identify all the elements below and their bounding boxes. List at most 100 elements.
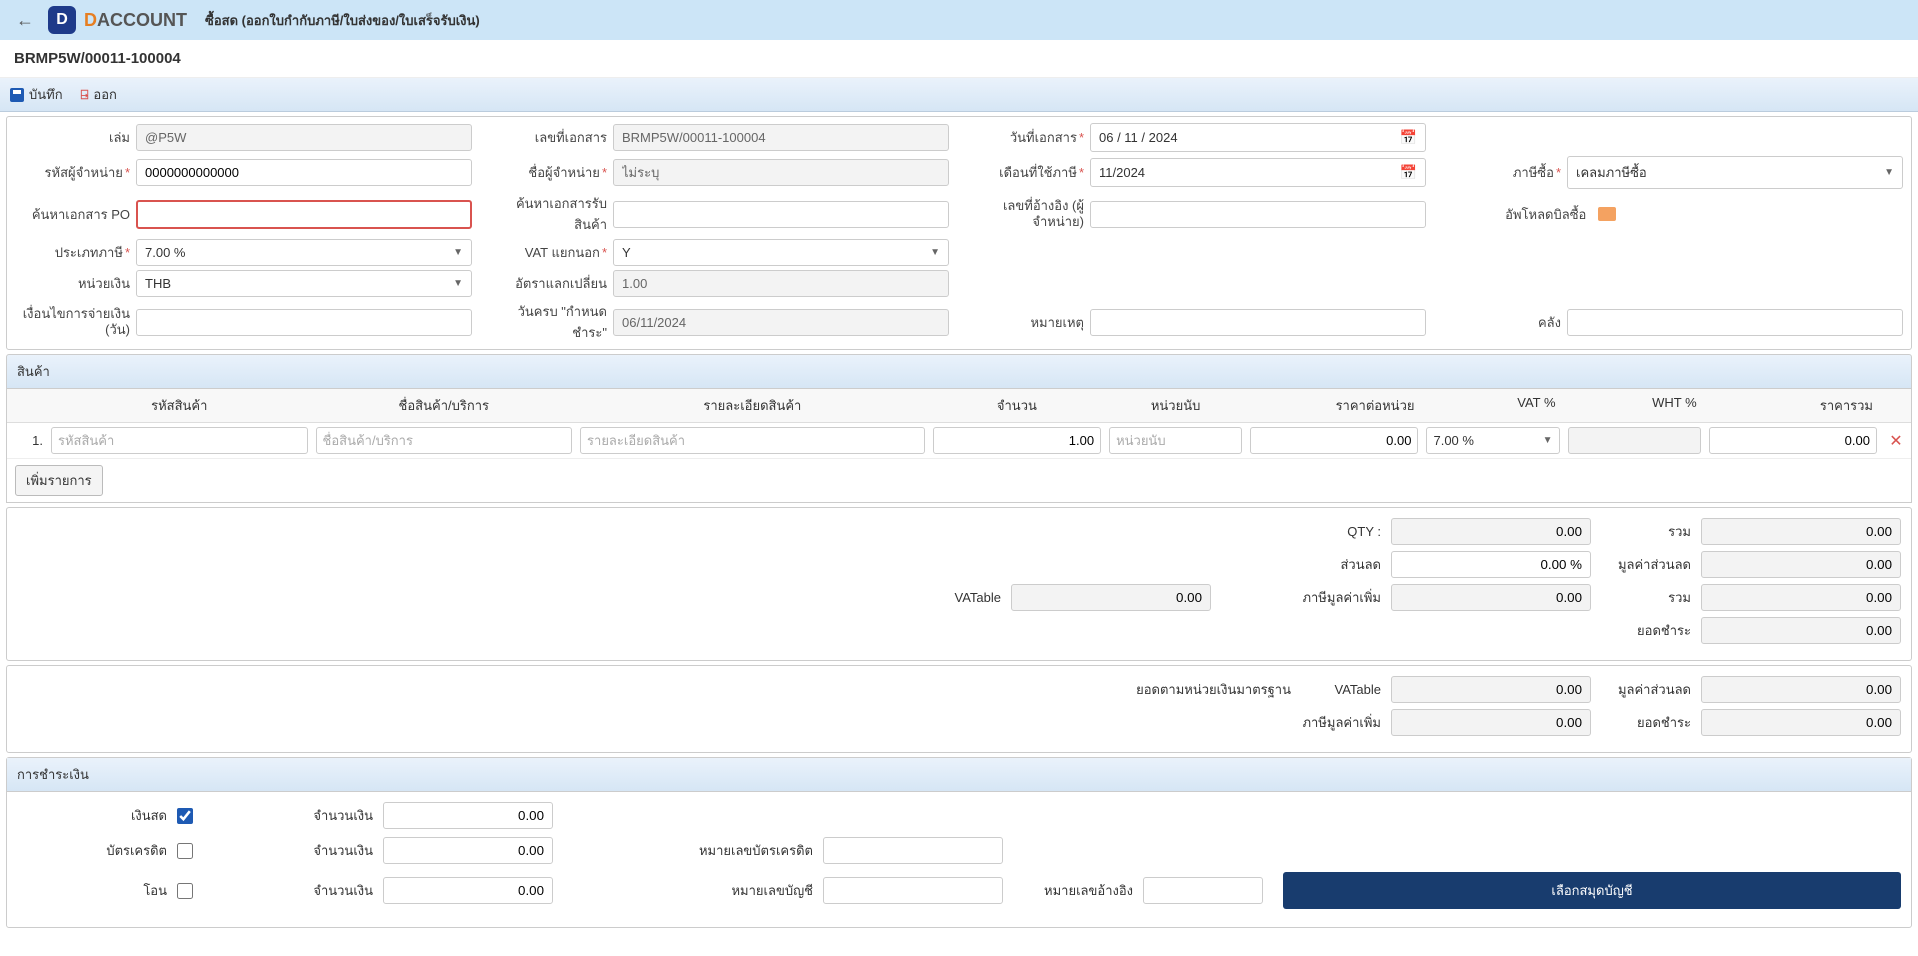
ref-no-input[interactable] xyxy=(1090,201,1426,228)
due-label: วันครบ "กำหนดชำระ" xyxy=(492,301,607,343)
qty-value xyxy=(1391,518,1591,545)
totals-panel-2: ยอดตามหน่วยเงินมาตรฐาน VATable มูลค่าส่ว… xyxy=(6,665,1912,753)
chevron-down-icon: ▼ xyxy=(930,247,940,258)
tax-month-input[interactable]: 11/2024 📅 xyxy=(1090,158,1426,187)
net-label: ยอดชำระ xyxy=(1601,620,1691,641)
remark-input[interactable] xyxy=(1090,309,1426,336)
back-button[interactable]: ← xyxy=(10,10,40,31)
transfer-amount-label: จำนวนเงิน xyxy=(223,880,373,901)
col-vat: VAT % xyxy=(1422,389,1563,422)
vendor-name-input xyxy=(613,159,949,186)
warehouse-input[interactable] xyxy=(1567,309,1903,336)
terms-input[interactable] xyxy=(136,309,472,336)
qty-label: QTY : xyxy=(1221,524,1381,539)
currency-select[interactable]: THB ▼ xyxy=(136,270,472,297)
vat-sep-select[interactable]: Y ▼ xyxy=(613,239,949,266)
col-name: ชื่อสินค้า/บริการ xyxy=(312,389,577,422)
purchase-tax-select[interactable]: เคลมภาษีซื้อ ▼ xyxy=(1567,156,1903,189)
doc-number-header: BRMP5W/00011-100004 xyxy=(0,40,1918,78)
search-gr-label: ค้นหาเอกสารรับสินค้า xyxy=(492,193,607,235)
search-po-input[interactable] xyxy=(136,200,472,229)
chevron-down-icon: ▼ xyxy=(1884,167,1894,178)
vendor-name-label: ชื่อผู้จำหน่าย xyxy=(492,162,607,183)
save-label: บันทึก xyxy=(29,84,63,105)
item-name-input[interactable] xyxy=(316,427,573,454)
rate-input xyxy=(613,270,949,297)
net-value xyxy=(1701,617,1901,644)
docdate-input[interactable]: 06 / 11 / 2024 📅 xyxy=(1090,123,1426,152)
sum-value xyxy=(1701,518,1901,545)
acct-ref-label: หมายเลขบัญชี xyxy=(643,880,813,901)
sum-label: รวม xyxy=(1601,521,1691,542)
col-total: ราคารวม xyxy=(1705,389,1881,422)
currency-label: หน่วยเงิน xyxy=(15,273,130,294)
terms-label: เงื่อนไขการจ่ายเงิน (วัน) xyxy=(15,306,130,337)
col-detail: รายละเอียดสินค้า xyxy=(576,389,929,422)
transfer-amount-input[interactable] xyxy=(383,877,553,904)
cash-amount-label: จำนวนเงิน xyxy=(223,805,373,826)
item-price-input[interactable] xyxy=(1250,427,1418,454)
vat-type-select[interactable]: 7.00 % ▼ xyxy=(136,239,472,266)
card-ref-input[interactable] xyxy=(823,837,1003,864)
exit-button[interactable]: ⍈ ออก xyxy=(81,84,117,105)
vat2-label: ภาษีมูลค่าเพิ่ม xyxy=(1221,712,1381,733)
ref-label: หมายเลขอ้างอิง xyxy=(1023,880,1133,901)
vendor-code-input[interactable] xyxy=(136,159,472,186)
discount-amt2-value xyxy=(1701,676,1901,703)
row-no: 1. xyxy=(7,429,47,452)
transfer-checkbox[interactable] xyxy=(177,883,193,899)
folder-icon[interactable] xyxy=(1598,207,1616,221)
credit-checkbox[interactable] xyxy=(177,843,193,859)
vatable2-label: VATable xyxy=(1301,682,1381,697)
chevron-down-icon: ▼ xyxy=(1543,435,1553,446)
discount-input[interactable] xyxy=(1391,551,1591,578)
vatable-label: VATable xyxy=(841,590,1001,605)
payment-section-header: การชำระเงิน xyxy=(7,758,1911,792)
vat-sep-label: VAT แยกนอก xyxy=(492,242,607,263)
discount-label: ส่วนลด xyxy=(1221,554,1381,575)
cash-checkbox[interactable] xyxy=(177,808,193,824)
acct-ref-input[interactable] xyxy=(823,877,1003,904)
add-row-button[interactable]: เพิ่มรายการ xyxy=(15,465,103,496)
calendar-icon: 📅 xyxy=(1400,129,1417,146)
ref-no-label: เลขที่อ้างอิง (ผู้จำหน่าย) xyxy=(969,198,1084,229)
item-detail-input[interactable] xyxy=(580,427,925,454)
remark-label: หมายเหตุ xyxy=(969,312,1084,333)
search-gr-input[interactable] xyxy=(613,201,949,228)
brand: DACCOUNT xyxy=(84,10,187,31)
credit-amount-input[interactable] xyxy=(383,837,553,864)
vatable-value xyxy=(1011,584,1211,611)
col-code: รหัสสินค้า xyxy=(47,389,312,422)
items-section-header: สินค้า xyxy=(6,354,1912,389)
item-code-input[interactable] xyxy=(51,427,308,454)
docno-label: เลขที่เอกสาร xyxy=(492,127,607,148)
item-unit-input[interactable] xyxy=(1109,427,1242,454)
net2-value xyxy=(1701,709,1901,736)
cash-amount-input[interactable] xyxy=(383,802,553,829)
vat-label: ภาษีมูลค่าเพิ่ม xyxy=(1221,587,1381,608)
item-qty-input[interactable] xyxy=(933,427,1101,454)
sum2-value xyxy=(1701,584,1901,611)
col-price: ราคาต่อหน่วย xyxy=(1246,389,1422,422)
search-po-label: ค้นหาเอกสาร PO xyxy=(15,204,130,225)
save-button[interactable]: บันทึก xyxy=(10,84,63,105)
cash-label: เงินสด xyxy=(17,805,167,826)
book-input xyxy=(136,124,472,151)
purchase-tax-label: ภาษีซื้อ xyxy=(1446,162,1561,183)
delete-row-button[interactable]: ✕ xyxy=(1881,431,1911,451)
transfer-label: โอน xyxy=(17,880,167,901)
col-wht: WHT % xyxy=(1564,389,1705,422)
ref-input[interactable] xyxy=(1143,877,1263,904)
vat2-value xyxy=(1391,709,1591,736)
vat-value xyxy=(1391,584,1591,611)
credit-label: บัตรเครดิต xyxy=(17,840,167,861)
card-ref-label: หมายเลขบัตรเครดิต xyxy=(643,840,813,861)
payment-panel: การชำระเงิน เงินสด จำนวนเงิน บัตรเครดิต … xyxy=(6,757,1912,928)
vendor-code-label: รหัสผู้จำหน่าย xyxy=(15,162,130,183)
select-account-button[interactable]: เลือกสมุดบัญชี xyxy=(1283,872,1901,909)
item-total-input[interactable] xyxy=(1709,427,1877,454)
item-vat-select[interactable]: 7.00 % ▼ xyxy=(1426,427,1559,454)
docdate-label: วันที่เอกสาร xyxy=(969,127,1084,148)
std-currency-label: ยอดตามหน่วยเงินมาตรฐาน xyxy=(1091,679,1291,700)
rate-label: อัตราแลกเปลี่ยน xyxy=(492,273,607,294)
